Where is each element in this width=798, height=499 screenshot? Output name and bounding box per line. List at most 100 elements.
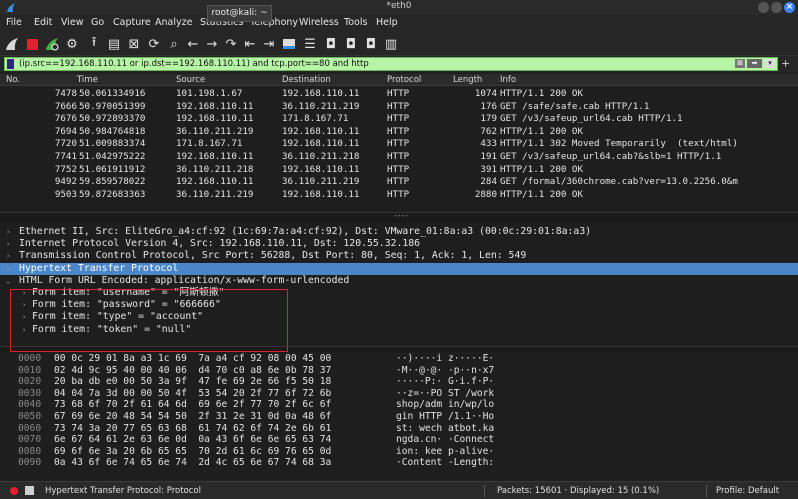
first-packet-icon[interactable]: ⇤ (242, 36, 258, 52)
cell-source: 192.168.110.11 (176, 100, 254, 112)
close-file-icon[interactable]: ⊠ (126, 36, 142, 52)
maximize-button[interactable] (771, 2, 782, 13)
menu-go[interactable]: Go (91, 17, 104, 28)
filter-dropdown-icon[interactable]: ▾ (765, 59, 775, 68)
hex-ascii: shop/adm in/wp/lo (396, 399, 495, 411)
cell-source: 101.198.1.67 (176, 88, 243, 99)
packet-row[interactable]: 7694 50.984764818 36.110.211.219 192.168.11… (0, 126, 798, 138)
packet-row[interactable]: 7752 51.061911912 36.110.211.218 192.168.11… (0, 164, 798, 176)
display-filter-input[interactable]: (ip.src==192.168.110.11 or ip.dst==192.1… (4, 57, 778, 71)
bookmark-icon[interactable] (7, 59, 14, 69)
packet-row[interactable]: 7666 50.970051399 192.168.110.11 36.110.211… (0, 101, 798, 113)
cell-no: 9492 (54, 176, 77, 188)
packet-bytes-pane: 0000 00 0c 29 01 8a a3 1c 69 7a a4 cf 92 … (0, 352, 798, 480)
column-destination[interactable]: Destination (282, 75, 331, 85)
hex-row[interactable]: 0010 02 4d 9c 95 40 00 40 06 d4 70 c0 a8 … (0, 365, 798, 376)
column-info[interactable]: Info (500, 75, 516, 85)
protocol-tree-row[interactable]: › Transmission Control Protocol, Src Port… (0, 250, 798, 262)
column-length[interactable]: Length (453, 75, 482, 85)
column-time[interactable]: Time (77, 75, 98, 85)
start-capture-icon[interactable] (4, 36, 20, 52)
capture-comment-icon[interactable] (25, 486, 34, 495)
protocol-tree-row[interactable]: › Ethernet II, Src: EliteGro_a4:cf:92 (1c… (0, 226, 798, 238)
packet-row[interactable]: 9503 59.872683363 36.110.211.219 192.168.11… (0, 189, 798, 201)
hex-row[interactable]: 0030 04 04 7a 3d 00 00 50 4f 53 54 20 2f … (0, 388, 798, 399)
save-file-icon[interactable]: ▤ (106, 36, 122, 52)
hex-row[interactable]: 0040 73 68 6f 70 2f 61 64 6d 69 6e 2f 77 … (0, 399, 798, 410)
collapse-arrow-icon[interactable]: › (6, 263, 10, 275)
go-back-icon[interactable]: ← (185, 36, 201, 52)
zoom-out-icon[interactable]: ◘ (343, 36, 359, 52)
collapse-arrow-icon[interactable]: › (6, 250, 10, 262)
minimize-button[interactable] (758, 2, 769, 13)
hex-row[interactable]: 0070 6e 67 64 61 2e 63 6e 0d 0a 43 6f 6e … (0, 434, 798, 445)
cell-length: 179 (480, 113, 497, 125)
hex-row[interactable]: 0000 00 0c 29 01 8a a3 1c 69 7a a4 cf 92 … (0, 353, 798, 364)
auto-scroll-icon[interactable] (281, 36, 297, 52)
cell-time: 51.061911912 (79, 163, 146, 175)
expand-arrow-icon[interactable]: ⌄ (6, 275, 10, 287)
cell-no: 7752 (54, 163, 77, 175)
column-source[interactable]: Source (176, 75, 205, 85)
collapse-arrow-icon[interactable]: › (6, 226, 10, 238)
open-file-icon[interactable]: ⭱ (86, 35, 102, 52)
last-packet-icon[interactable]: ⇥ (261, 36, 277, 52)
packet-row[interactable]: 9492 59.859578022 192.168.110.11 36.110.211… (0, 176, 798, 188)
menu-wireless[interactable]: Wireless (299, 17, 339, 28)
annotation-highlight-box (10, 289, 288, 352)
expert-info-icon[interactable] (10, 487, 18, 495)
hex-row[interactable]: 0060 73 74 3a 20 77 65 63 68 61 74 62 6f … (0, 423, 798, 434)
menu-capture[interactable]: Capture (113, 17, 151, 28)
go-to-packet-icon[interactable]: ↷ (223, 36, 239, 52)
hex-offset: 0050 (18, 411, 42, 422)
packet-row[interactable]: 7741 51.042975222 192.168.110.11 36.110.211… (0, 151, 798, 163)
protocol-tree-row[interactable]: › Internet Protocol Version 4, Src: 192.1… (0, 238, 798, 250)
go-forward-icon[interactable]: → (204, 36, 220, 52)
packet-row[interactable]: 7676 50.972893370 192.168.110.11 171.8.167.… (0, 113, 798, 125)
menu-file[interactable]: File (6, 17, 22, 28)
menu-tools[interactable]: Tools (344, 17, 367, 28)
menu-view[interactable]: View (61, 17, 84, 28)
hex-bytes: 67 69 6e 20 48 54 54 50 2f 31 2e 31 0d 0… (54, 411, 332, 422)
collapse-arrow-icon[interactable]: › (6, 238, 10, 250)
hex-offset: 0060 (18, 422, 42, 434)
status-profile[interactable]: Profile: Default (716, 486, 779, 496)
cell-protocol: HTTP (387, 88, 410, 99)
status-field-info: Hypertext Transfer Protocol: Protocol (45, 486, 201, 496)
colorize-icon[interactable]: ☰ (302, 36, 318, 52)
restart-capture-icon[interactable] (44, 36, 60, 52)
packet-row[interactable]: 7478 50.061334916 101.198.1.67 192.168.110.… (0, 88, 798, 100)
protocol-tree-row[interactable]: › Hypertext Transfer Protocol (0, 262, 798, 275)
cell-protocol: HTTP (387, 151, 410, 162)
resize-columns-icon[interactable]: ▥ (383, 36, 399, 52)
cell-destination: 36.110.211.218 (282, 151, 360, 162)
cell-destination: 192.168.110.11 (282, 138, 360, 150)
cell-no: 7666 (54, 100, 77, 112)
hex-row[interactable]: 0080 69 6f 6e 3a 20 6b 65 65 70 2d 61 6c … (0, 446, 798, 457)
column-no[interactable]: No. (6, 75, 20, 85)
hex-ascii: ngda.cn· ·Connect (396, 434, 495, 446)
packet-row[interactable]: 7720 51.009883374 171.8.167.71 192.168.110.… (0, 138, 798, 150)
capture-options-icon[interactable]: ⚙ (64, 36, 80, 52)
menu-help[interactable]: Help (376, 17, 398, 28)
hex-row[interactable]: 0050 67 69 6e 20 48 54 54 50 2f 31 2e 31 … (0, 411, 798, 422)
apply-filter-icon[interactable]: ➡ (747, 59, 762, 68)
cell-protocol: HTTP (387, 176, 410, 188)
clear-filter-icon[interactable]: ⊠ (735, 59, 745, 68)
hex-row[interactable]: 0090 0a 43 6f 6e 74 65 6e 74 2d 4c 65 6e … (0, 457, 798, 468)
menu-analyze[interactable]: Analyze (155, 17, 192, 28)
zoom-in-icon[interactable]: ◘ (323, 36, 339, 52)
normal-size-icon[interactable]: ◘ (363, 36, 379, 52)
column-protocol[interactable]: Protocol (387, 75, 421, 85)
hex-row[interactable]: 0020 20 ba db e0 00 50 3a 9f 47 fe 69 2e … (0, 376, 798, 387)
splitter-handle[interactable]: •••• (394, 213, 408, 220)
hex-offset: 0090 (18, 457, 42, 469)
protocol-tree-row[interactable]: ⌄ HTML Form URL Encoded: application/x-ww… (0, 275, 798, 287)
menu-edit[interactable]: Edit (34, 17, 52, 28)
add-filter-button-icon[interactable]: + (781, 57, 790, 70)
stop-capture-icon[interactable] (24, 36, 40, 52)
cell-time: 50.972893370 (79, 113, 146, 125)
reload-file-icon[interactable]: ⟳ (146, 36, 162, 52)
close-button[interactable]: × (784, 2, 795, 13)
find-packet-icon[interactable]: ⌕ (166, 36, 182, 52)
